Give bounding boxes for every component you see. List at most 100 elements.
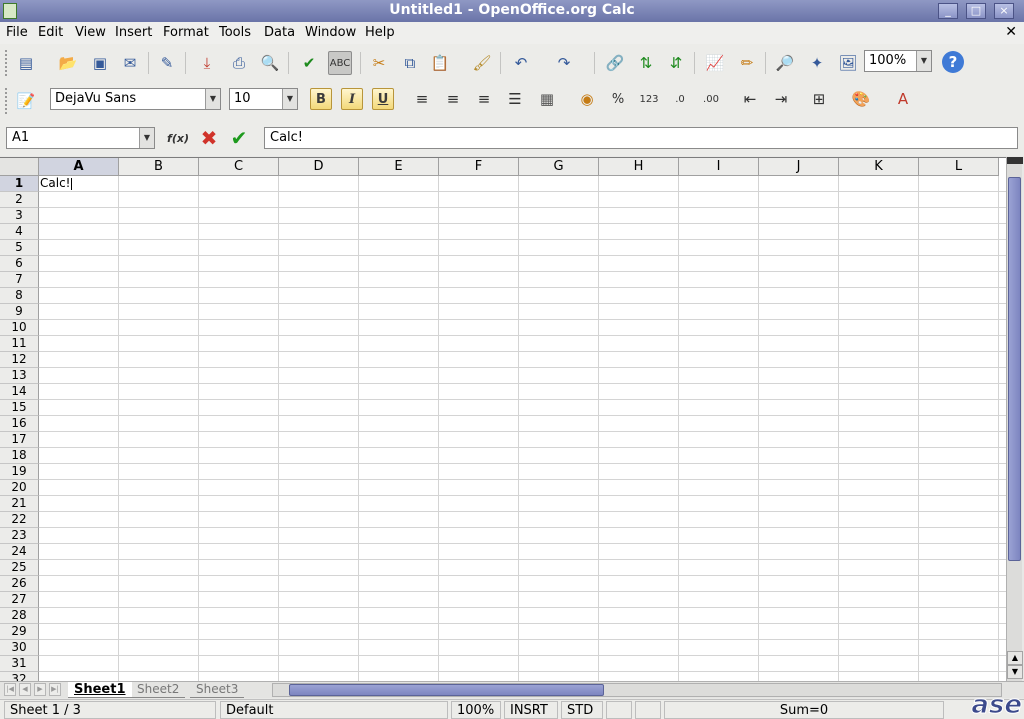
column-header-c[interactable]: C bbox=[199, 158, 279, 176]
sheet-tab-3[interactable]: Sheet3 bbox=[190, 682, 245, 698]
close-window-button[interactable]: × bbox=[994, 3, 1014, 19]
row-header-7[interactable]: 7 bbox=[0, 272, 39, 288]
save-icon[interactable]: ▣ bbox=[88, 51, 112, 75]
chevron-down-icon[interactable]: ▼ bbox=[916, 51, 931, 71]
underline-button[interactable]: U bbox=[372, 88, 394, 110]
export-pdf-icon[interactable]: ⤓ bbox=[195, 51, 219, 75]
vertical-scroll-thumb[interactable] bbox=[1008, 177, 1021, 561]
chart-icon[interactable]: 📈 bbox=[703, 51, 727, 75]
cell-gridlines[interactable] bbox=[39, 176, 1008, 681]
page-style[interactable]: Default bbox=[220, 701, 448, 719]
decrease-indent-icon[interactable]: ⇤ bbox=[738, 87, 762, 111]
edit-file-icon[interactable]: ✎ bbox=[155, 51, 179, 75]
background-color-icon[interactable]: 🎨 bbox=[849, 87, 873, 111]
toolbar-grip[interactable] bbox=[5, 50, 9, 76]
row-header-15[interactable]: 15 bbox=[0, 400, 39, 416]
font-color-icon[interactable]: A bbox=[891, 87, 915, 111]
column-header-k[interactable]: K bbox=[839, 158, 919, 176]
formula-input[interactable]: Calc! bbox=[264, 127, 1018, 149]
name-box[interactable]: A1 ▼ bbox=[6, 127, 155, 149]
row-header-24[interactable]: 24 bbox=[0, 544, 39, 560]
cell-a1[interactable]: Calc! bbox=[39, 176, 119, 192]
clone-formatting-icon[interactable]: 🖌 bbox=[470, 51, 494, 75]
column-header-g[interactable]: G bbox=[519, 158, 599, 176]
column-header-i[interactable]: I bbox=[679, 158, 759, 176]
zoom-select[interactable]: 100% ▼ bbox=[864, 50, 932, 72]
undo-icon[interactable]: ↶ bbox=[509, 51, 533, 75]
horizontal-scrollbar[interactable] bbox=[272, 683, 1002, 697]
paste-icon[interactable]: 📋 bbox=[428, 51, 452, 75]
row-header-11[interactable]: 11 bbox=[0, 336, 39, 352]
row-header-19[interactable]: 19 bbox=[0, 464, 39, 480]
zoom-indicator[interactable]: 100% bbox=[451, 701, 501, 719]
italic-button[interactable]: I bbox=[341, 88, 363, 110]
horizontal-scroll-thumb[interactable] bbox=[289, 684, 604, 696]
currency-icon[interactable]: ◉ bbox=[575, 87, 599, 111]
first-sheet-icon[interactable]: |◀ bbox=[4, 683, 16, 696]
cancel-icon[interactable]: ✖ bbox=[196, 125, 222, 151]
styles-formatting-icon[interactable]: 📝 bbox=[14, 89, 38, 113]
row-header-25[interactable]: 25 bbox=[0, 560, 39, 576]
last-sheet-icon[interactable]: ▶| bbox=[49, 683, 61, 696]
navigator-icon[interactable]: ✦ bbox=[805, 51, 829, 75]
select-all-corner[interactable] bbox=[0, 158, 39, 176]
menu-insert[interactable]: Insert bbox=[115, 25, 152, 40]
minimize-button[interactable]: _ bbox=[938, 3, 958, 19]
function-wizard-icon[interactable]: f(x) bbox=[165, 125, 191, 151]
insert-mode[interactable]: INSRT bbox=[504, 701, 558, 719]
sheet-tab-2[interactable]: Sheet2 bbox=[131, 682, 186, 698]
draw-functions-icon[interactable]: ✏ bbox=[735, 51, 759, 75]
sort-ascending-icon[interactable]: ⇅ bbox=[634, 51, 658, 75]
row-header-22[interactable]: 22 bbox=[0, 512, 39, 528]
row-header-26[interactable]: 26 bbox=[0, 576, 39, 592]
column-header-h[interactable]: H bbox=[599, 158, 679, 176]
row-header-4[interactable]: 4 bbox=[0, 224, 39, 240]
copy-icon[interactable]: ⧉ bbox=[398, 51, 422, 75]
chevron-down-icon[interactable]: ▼ bbox=[282, 89, 297, 109]
print-icon[interactable]: ⎙ bbox=[227, 51, 251, 75]
row-header-20[interactable]: 20 bbox=[0, 480, 39, 496]
row-header-10[interactable]: 10 bbox=[0, 320, 39, 336]
row-header-1[interactable]: 1 bbox=[0, 176, 39, 192]
spellcheck-icon[interactable]: ✔ bbox=[297, 51, 321, 75]
maximize-button[interactable]: □ bbox=[966, 3, 986, 19]
column-header-l[interactable]: L bbox=[919, 158, 999, 176]
open-icon[interactable]: 📂 bbox=[56, 51, 80, 75]
column-header-f[interactable]: F bbox=[439, 158, 519, 176]
menu-help[interactable]: Help bbox=[365, 25, 395, 40]
borders-icon[interactable]: ⊞ bbox=[807, 87, 831, 111]
row-header-27[interactable]: 27 bbox=[0, 592, 39, 608]
column-header-b[interactable]: B bbox=[119, 158, 199, 176]
gallery-icon[interactable]: 🖼 bbox=[836, 51, 860, 75]
row-header-5[interactable]: 5 bbox=[0, 240, 39, 256]
vertical-scrollbar[interactable]: ▲ ▼ bbox=[1006, 157, 1023, 681]
row-header-3[interactable]: 3 bbox=[0, 208, 39, 224]
chevron-down-icon[interactable]: ▼ bbox=[205, 89, 220, 109]
sum-indicator[interactable]: Sum=0 bbox=[664, 701, 944, 719]
column-header-e[interactable]: E bbox=[359, 158, 439, 176]
row-header-30[interactable]: 30 bbox=[0, 640, 39, 656]
row-header-17[interactable]: 17 bbox=[0, 432, 39, 448]
row-header-16[interactable]: 16 bbox=[0, 416, 39, 432]
scroll-down-icon[interactable]: ▼ bbox=[1007, 665, 1023, 679]
menu-view[interactable]: View bbox=[75, 25, 106, 40]
font-size-select[interactable]: 10 ▼ bbox=[229, 88, 298, 110]
number-format-button[interactable]: 123 bbox=[637, 87, 661, 111]
row-header-9[interactable]: 9 bbox=[0, 304, 39, 320]
sort-descending-icon[interactable]: ⇵ bbox=[664, 51, 688, 75]
prev-sheet-icon[interactable]: ◀ bbox=[19, 683, 31, 696]
column-header-d[interactable]: D bbox=[279, 158, 359, 176]
selection-mode[interactable]: STD bbox=[561, 701, 603, 719]
row-header-18[interactable]: 18 bbox=[0, 448, 39, 464]
redo-icon[interactable]: ↷ bbox=[552, 51, 576, 75]
merge-cells-icon[interactable]: ▦ bbox=[535, 87, 559, 111]
sheet-tab-1[interactable]: Sheet1 bbox=[68, 682, 132, 698]
chevron-down-icon[interactable]: ▼ bbox=[139, 128, 154, 148]
print-preview-icon[interactable]: 🔍 bbox=[258, 51, 282, 75]
accept-icon[interactable]: ✔ bbox=[226, 125, 252, 151]
hyperlink-icon[interactable]: 🔗 bbox=[603, 51, 627, 75]
align-center-icon[interactable]: ≡ bbox=[441, 87, 465, 111]
justify-icon[interactable]: ☰ bbox=[503, 87, 527, 111]
menu-format[interactable]: Format bbox=[163, 25, 209, 40]
scroll-up-icon[interactable]: ▲ bbox=[1007, 651, 1023, 665]
